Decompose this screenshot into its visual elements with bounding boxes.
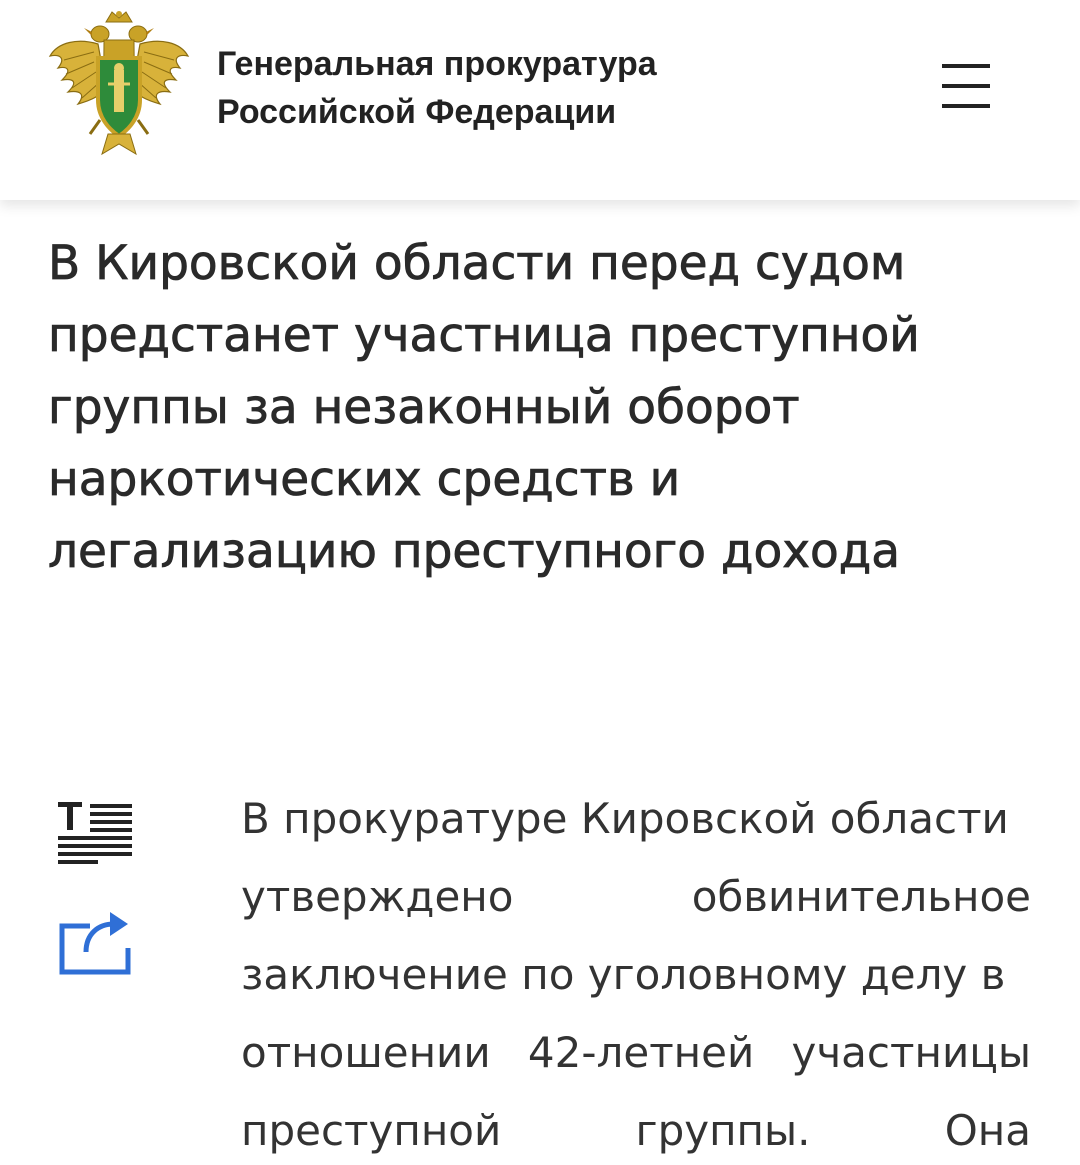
article-body: В прокуратуре Кировской области утвержде… — [241, 780, 1031, 1165]
share-icon — [59, 912, 131, 975]
body-word: 42-летней — [527, 1028, 755, 1077]
organization-name-line1: Генеральная прокуратура — [217, 45, 657, 83]
body-word: В прокуратуре Кировской области — [241, 794, 1009, 843]
body-line: В прокуратуре Кировской области — [241, 780, 1031, 858]
share-button[interactable] — [56, 908, 136, 980]
article-title-line: группы за незаконный оборот — [48, 380, 800, 436]
body-line: отношении 42-летней участницы — [241, 1014, 1031, 1092]
body-word: Она — [944, 1106, 1031, 1155]
body-word: участницы — [791, 1028, 1031, 1077]
body-word: обвинительное — [691, 872, 1031, 921]
text-size-icon — [58, 802, 132, 864]
organization-name[interactable]: Генеральная прокуратура Российской Федер… — [217, 40, 777, 136]
body-word: группы. — [635, 1106, 811, 1155]
body-word: заключение по уголовному делу в — [241, 950, 1006, 999]
body-line: заключение по уголовному делу в — [241, 936, 1031, 1014]
article-title: В Кировской области перед судом предстан… — [48, 228, 1038, 588]
body-line: преступной группы. Она — [241, 1092, 1031, 1165]
article-title-line: легализацию преступного дохода — [48, 524, 901, 580]
body-word: утверждено — [241, 872, 514, 921]
text-size-button[interactable] — [56, 798, 136, 868]
article-title-line: наркотических средств и — [48, 452, 681, 508]
body-word: преступной — [241, 1106, 502, 1155]
article-title-line: предстанет участница преступной — [48, 308, 921, 364]
organization-name-line2: Российской Федерации — [217, 93, 617, 131]
prosecutor-emblem-icon[interactable] — [48, 8, 190, 160]
body-line: утверждено обвинительное — [241, 858, 1031, 936]
site-header: Генеральная прокуратура Российской Федер… — [0, 0, 1080, 200]
hamburger-menu-button[interactable] — [932, 58, 1000, 114]
body-word: отношении — [241, 1028, 491, 1077]
article-title-line: В Кировской области перед судом — [48, 236, 906, 292]
